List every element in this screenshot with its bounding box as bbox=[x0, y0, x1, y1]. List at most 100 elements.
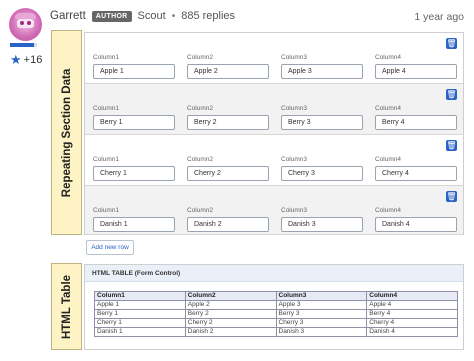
repeating-row: 🗑 Column1 Apple 1 Column2 Apple 2 Column3 Appl… bbox=[85, 33, 463, 84]
text-input[interactable]: Cherry 2 bbox=[187, 166, 269, 181]
text-input[interactable]: Berry 2 bbox=[187, 115, 269, 130]
table-cell: Cherry 2 bbox=[184, 318, 277, 328]
row-field: Column2 Danish 2 bbox=[187, 207, 269, 232]
row-field: Column3 Berry 3 bbox=[281, 105, 363, 130]
author-name[interactable]: Garrett bbox=[50, 10, 86, 22]
row-field: Column2 Berry 2 bbox=[187, 105, 269, 130]
table-row: Apple 1 Apple 2 Apple 3 Apple 4 bbox=[94, 300, 458, 310]
html-table-header: HTML TABLE (Form Control) bbox=[85, 265, 463, 282]
field-label: Column1 bbox=[93, 105, 120, 112]
repeating-row: 🗑 Column1 Berry 1 Column2 Berry 2 Column3 Berr… bbox=[85, 84, 463, 135]
table-cell: Apple 1 bbox=[94, 300, 186, 310]
rank-progress-bar bbox=[10, 43, 37, 47]
reply-count: 885 replies bbox=[181, 10, 236, 22]
text-input[interactable]: Cherry 1 bbox=[93, 166, 175, 181]
row-field: Column4 Cherry 4 bbox=[375, 156, 457, 181]
table-cell: Danish 3 bbox=[275, 327, 368, 337]
row-field: Column1 Cherry 1 bbox=[93, 156, 175, 181]
field-label: Column2 bbox=[187, 156, 214, 163]
field-label: Column4 bbox=[375, 207, 402, 214]
field-label: Column3 bbox=[281, 207, 308, 214]
field-label: Column2 bbox=[187, 207, 214, 214]
table-cell: Berry 3 bbox=[275, 309, 368, 319]
field-label: Column1 bbox=[93, 156, 120, 163]
field-label: Column2 bbox=[187, 54, 214, 61]
text-input[interactable]: Cherry 4 bbox=[375, 166, 457, 181]
text-input[interactable]: Danish 1 bbox=[93, 217, 175, 232]
trash-icon[interactable]: 🗑 bbox=[446, 38, 457, 49]
field-label: Column1 bbox=[93, 54, 120, 61]
text-input[interactable]: Apple 1 bbox=[93, 64, 175, 79]
avatar-face bbox=[17, 19, 34, 28]
field-label: Column3 bbox=[281, 54, 308, 61]
table-cell: Apple 4 bbox=[366, 300, 458, 310]
column-header: Column4 bbox=[366, 291, 458, 301]
row-field: Column2 Cherry 2 bbox=[187, 156, 269, 181]
repeating-section-tab: Repeating Section Data bbox=[51, 30, 82, 235]
table-cell: Cherry 1 bbox=[94, 318, 186, 328]
table-header-row: Column1 Column2 Column3 Column4 bbox=[94, 291, 458, 301]
post-time: 1 year ago bbox=[414, 11, 464, 23]
trash-icon[interactable]: 🗑 bbox=[446, 140, 457, 151]
text-input[interactable]: Berry 1 bbox=[93, 115, 175, 130]
text-input[interactable]: Cherry 3 bbox=[281, 166, 363, 181]
repeating-section: 🗑 Column1 Apple 1 Column2 Apple 2 Column3 Appl… bbox=[84, 32, 464, 235]
text-input[interactable]: Danish 3 bbox=[281, 217, 363, 232]
row-field: Column1 Berry 1 bbox=[93, 105, 175, 130]
author-badge: AUTHOR bbox=[91, 10, 132, 22]
column-header: Column2 bbox=[184, 291, 277, 301]
row-field: Column3 Danish 3 bbox=[281, 207, 363, 232]
avatar[interactable] bbox=[9, 8, 42, 41]
field-label: Column4 bbox=[375, 156, 402, 163]
row-field: Column2 Apple 2 bbox=[187, 54, 269, 79]
html-table-panel: HTML TABLE (Form Control) Column1 Column2… bbox=[84, 264, 464, 350]
row-field: Column1 Danish 1 bbox=[93, 207, 175, 232]
html-table-title: HTML Table bbox=[60, 274, 73, 339]
row-field: Column1 Apple 1 bbox=[93, 54, 175, 79]
text-input[interactable]: Danish 4 bbox=[375, 217, 457, 232]
rank-progress-fill bbox=[10, 43, 35, 47]
table-cell: Apple 3 bbox=[275, 300, 368, 310]
table-cell: Danish 2 bbox=[184, 327, 277, 337]
table-cell: Apple 2 bbox=[184, 300, 277, 310]
table-row: Berry 1 Berry 2 Berry 3 Berry 4 bbox=[94, 309, 458, 319]
star-icon: ★ bbox=[10, 52, 22, 67]
table-row: Danish 1 Danish 2 Danish 3 Danish 4 bbox=[94, 327, 458, 337]
table-cell: Cherry 4 bbox=[366, 318, 458, 328]
table-cell: Berry 2 bbox=[184, 309, 277, 319]
text-input[interactable]: Apple 4 bbox=[375, 64, 457, 79]
html-table: Column1 Column2 Column3 Column4 Apple 1 Appl… bbox=[94, 291, 458, 337]
trash-icon[interactable]: 🗑 bbox=[446, 89, 457, 100]
add-new-row-button[interactable]: Add new row bbox=[86, 240, 134, 255]
field-label: Column4 bbox=[375, 54, 402, 61]
column-header: Column1 bbox=[94, 291, 186, 301]
trash-icon[interactable]: 🗑 bbox=[446, 191, 457, 202]
row-field: Column3 Apple 3 bbox=[281, 54, 363, 79]
table-cell: Berry 1 bbox=[94, 309, 186, 319]
field-label: Column3 bbox=[281, 156, 308, 163]
field-label: Column4 bbox=[375, 105, 402, 112]
html-table-tab: HTML Table bbox=[51, 263, 82, 350]
author-line: Garrett AUTHOR Scout • 885 replies bbox=[50, 10, 235, 22]
text-input[interactable]: Danish 2 bbox=[187, 217, 269, 232]
table-cell: Berry 4 bbox=[366, 309, 458, 319]
text-input[interactable]: Apple 3 bbox=[281, 64, 363, 79]
table-row: Cherry 1 Cherry 2 Cherry 3 Cherry 4 bbox=[94, 318, 458, 328]
row-field: Column3 Cherry 3 bbox=[281, 156, 363, 181]
kudos-count: +16 bbox=[23, 53, 43, 66]
row-field: Column4 Berry 4 bbox=[375, 105, 457, 130]
author-rank: Scout bbox=[137, 10, 166, 22]
kudos[interactable]: ★ +16 bbox=[10, 53, 42, 66]
table-cell: Danish 4 bbox=[366, 327, 458, 337]
repeating-row: 🗑 Column1 Danish 1 Column2 Danish 2 Column3 Da… bbox=[85, 186, 463, 235]
separator-dot: • bbox=[171, 10, 176, 22]
field-label: Column2 bbox=[187, 105, 214, 112]
text-input[interactable]: Berry 4 bbox=[375, 115, 457, 130]
row-field: Column4 Danish 4 bbox=[375, 207, 457, 232]
column-header: Column3 bbox=[275, 291, 368, 301]
field-label: Column3 bbox=[281, 105, 308, 112]
text-input[interactable]: Apple 2 bbox=[187, 64, 269, 79]
text-input[interactable]: Berry 3 bbox=[281, 115, 363, 130]
table-cell: Cherry 3 bbox=[275, 318, 368, 328]
field-label: Column1 bbox=[93, 207, 120, 214]
